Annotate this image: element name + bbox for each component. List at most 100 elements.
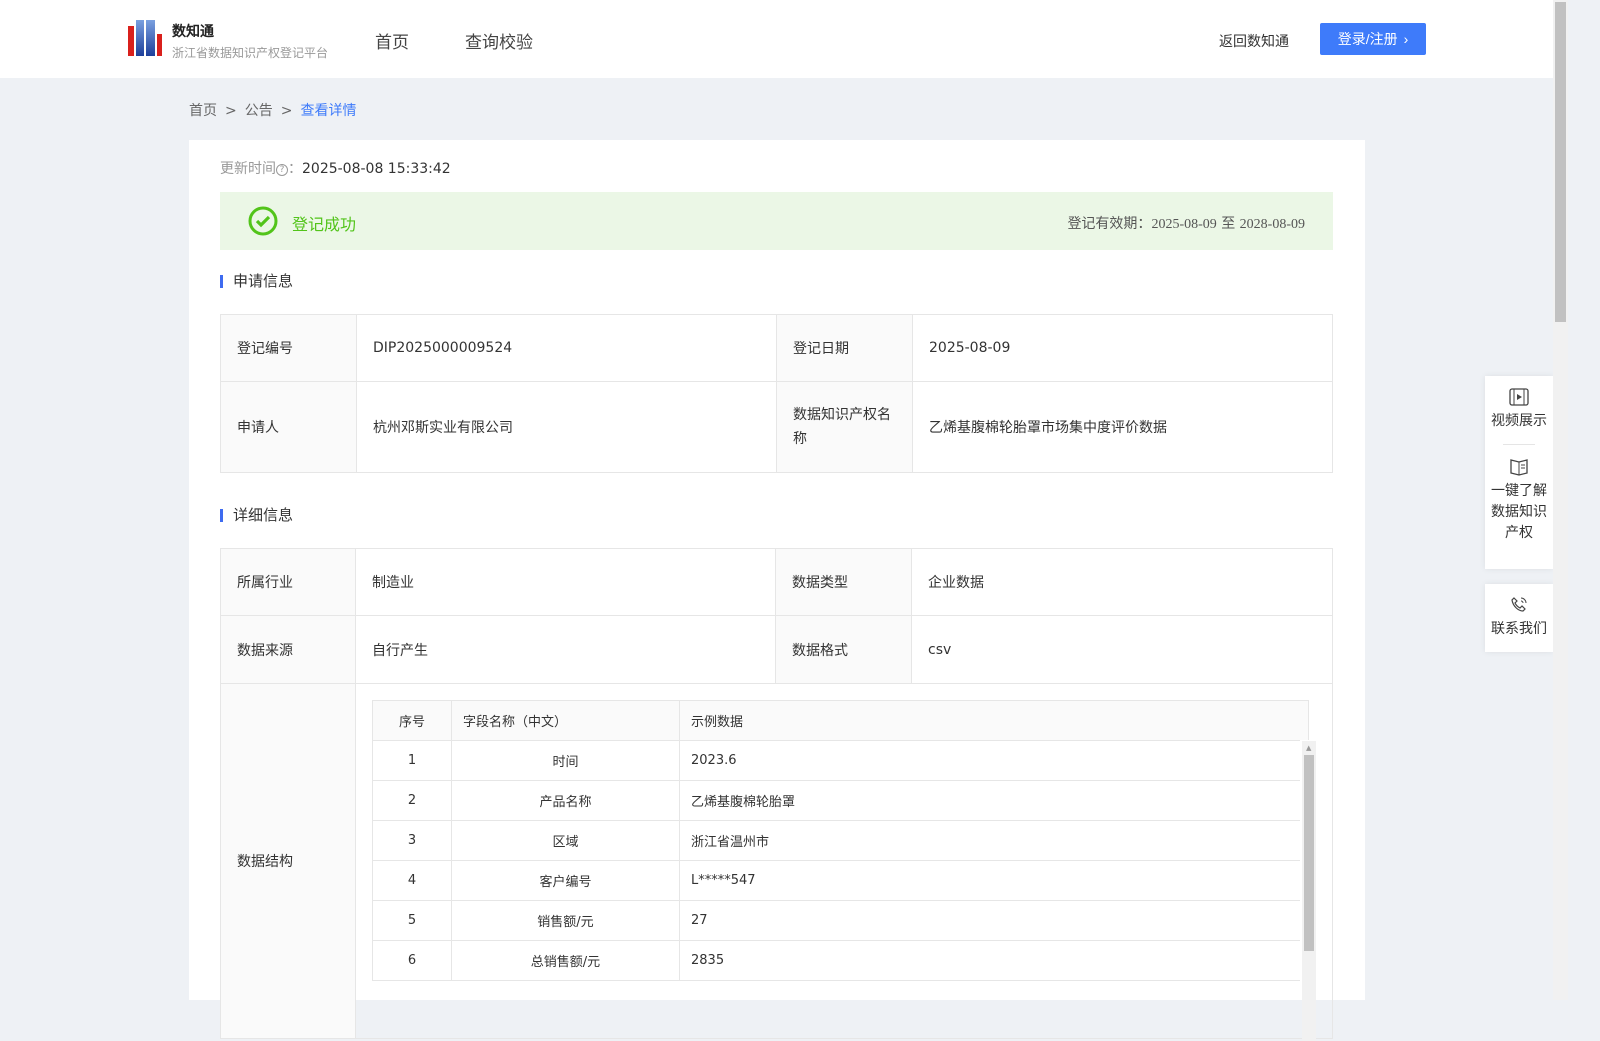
table-row: 所属行业 制造业 数据类型 企业数据 (220, 548, 1333, 616)
validity: 登记有效期：2025-08-09 至 2028-08-09 (1067, 213, 1305, 233)
learn-label: 数据知识 (1491, 504, 1547, 520)
row-index: 3 (372, 820, 452, 861)
detail-card: 更新时间? ：2025-08-08 15:33:42 登记成功 登记有效期：202… (189, 140, 1365, 1041)
contact-label: 联系我们 (1491, 621, 1547, 637)
label: 数据格式 (775, 615, 912, 684)
row-index: 4 (372, 860, 452, 901)
col-header: 字段名称（中文） (451, 700, 680, 741)
phone-icon (1511, 597, 1527, 612)
check-circle-icon (248, 206, 278, 236)
help-icon[interactable]: ? (276, 164, 288, 176)
table-row: 6 总销售额/元 2835 (372, 940, 1316, 981)
sample-data: 2023.6 (679, 740, 1316, 781)
table-header: 序号 字段名称（中文） 示例数据 (372, 700, 1309, 741)
update-time: 更新时间? ：2025-08-08 15:33:42 (220, 158, 451, 178)
label: 数据知识产权名称 (776, 381, 913, 473)
breadcrumb-separator: > (225, 103, 237, 119)
page-scrollbar[interactable] (1553, 0, 1568, 1000)
sample-data: 乙烯基腹棉轮胎罩 (679, 780, 1316, 821)
value: 企业数据 (911, 548, 1333, 616)
structure-table: 序号 字段名称（中文） 示例数据 1 时间 2023.6 2 产品名称 乙烯基腹棉轮胎罩 3 区域… (372, 700, 1316, 981)
colon: ： (288, 161, 302, 177)
value: csv (911, 615, 1333, 684)
field-name: 区域 (451, 820, 680, 861)
breadcrumb-current: 查看详情 (300, 103, 357, 119)
value: DIP2025000009524 (356, 314, 777, 382)
logo[interactable] (128, 20, 162, 56)
label: 所属行业 (220, 548, 356, 616)
table-row: 1 时间 2023.6 (372, 740, 1316, 781)
nav-home[interactable]: 首页 (375, 28, 409, 53)
table-row: 登记编号 DIP2025000009524 登记日期 2025-08-09 (220, 314, 1333, 382)
update-time-value: 2025-08-08 15:33:42 (302, 161, 451, 177)
validity-start: 2025-08-09 (1151, 217, 1217, 232)
section-title-detail: 详细信息 (220, 508, 293, 523)
table-scrollbar[interactable]: ▲ (1302, 741, 1316, 1041)
value: 杭州邓斯实业有限公司 (356, 381, 777, 473)
value: 自行产生 (355, 615, 776, 684)
value: 2025-08-09 (912, 314, 1333, 382)
structure-cell: 序号 字段名称（中文） 示例数据 1 时间 2023.6 2 产品名称 乙烯基腹棉轮胎罩 3 区域… (355, 683, 1333, 1041)
sample-data: L*****547 (679, 860, 1316, 901)
field-name: 销售额/元 (451, 900, 680, 941)
label: 申请人 (220, 381, 357, 473)
value: 制造业 (355, 548, 776, 616)
row-index: 5 (372, 900, 452, 941)
login-label: 登录/注册 (1337, 31, 1398, 47)
learn-ip-button[interactable]: 一键了解 数据知识 产权 (1485, 445, 1553, 544)
validity-to: 至 (1221, 216, 1236, 232)
video-label: 视频展示 (1491, 413, 1547, 429)
col-header: 示例数据 (679, 700, 1309, 741)
validity-label: 登记有效期： (1067, 216, 1152, 232)
label: 数据结构 (220, 683, 356, 1039)
row-index: 1 (372, 740, 452, 781)
validity-end: 2028-08-09 (1239, 217, 1305, 232)
field-name: 时间 (451, 740, 680, 781)
float-panel: 视频展示 一键了解 数据知识 产权 (1485, 376, 1553, 569)
field-name: 产品名称 (451, 780, 680, 821)
value: 乙烯基腹棉轮胎罩市场集中度评价数据 (912, 381, 1333, 473)
learn-label: 产权 (1505, 525, 1533, 541)
book-icon (1510, 459, 1528, 476)
label: 登记日期 (776, 314, 913, 382)
video-showcase-button[interactable]: 视频展示 (1485, 376, 1553, 430)
contact-us-button[interactable]: 联系我们 (1485, 584, 1553, 652)
field-name: 客户编号 (451, 860, 680, 901)
login-register-button[interactable]: 登录/注册 › (1320, 23, 1426, 55)
table-row: 5 销售额/元 27 (372, 900, 1316, 941)
brand-title: 数知通 (172, 24, 214, 40)
label: 数据类型 (775, 548, 912, 616)
table-row: 数据来源 自行产生 数据格式 csv (220, 615, 1333, 684)
brand-subtitle: 浙江省数据知识产权登记平台 (172, 46, 329, 60)
table-row: 4 客户编号 L*****547 (372, 860, 1316, 901)
back-link[interactable]: 返回数知通 (1219, 31, 1289, 51)
apply-info-table: 登记编号 DIP2025000009524 登记日期 2025-08-09 申请人 杭州… (220, 314, 1333, 473)
breadcrumb-notice[interactable]: 公告 (245, 103, 273, 119)
status-banner: 登记成功 登记有效期：2025-08-09 至 2028-08-09 (220, 192, 1333, 250)
row-index: 2 (372, 780, 452, 821)
col-header: 序号 (372, 700, 452, 741)
label: 数据来源 (220, 615, 356, 684)
update-time-label: 更新时间 (220, 161, 276, 177)
chevron-right-icon: › (1403, 31, 1409, 47)
nav-query-verify[interactable]: 查询校验 (465, 28, 533, 53)
table-row: 2 产品名称 乙烯基腹棉轮胎罩 (372, 780, 1316, 821)
detail-info-table: 所属行业 制造业 数据类型 企业数据 数据来源 自行产生 数据格式 csv 数据结构 序号字… (220, 548, 1333, 1041)
sample-data: 27 (679, 900, 1316, 941)
film-icon (1509, 388, 1529, 406)
breadcrumb-home[interactable]: 首页 (189, 103, 217, 119)
label: 登记编号 (220, 314, 357, 382)
sample-data: 浙江省温州市 (679, 820, 1316, 861)
breadcrumb: 首页 > 公告 > 查看详情 (189, 100, 356, 120)
table-row: 3 区域 浙江省温州市 (372, 820, 1316, 861)
top-header: 数知通 浙江省数据知识产权登记平台 首页 查询校验 返回数知通 登录/注册 › (0, 0, 1553, 78)
table-row: 申请人 杭州邓斯实业有限公司 数据知识产权名称 乙烯基腹棉轮胎罩市场集中度评价数据 (220, 381, 1333, 473)
section-title-apply: 申请信息 (220, 274, 293, 289)
field-name: 总销售额/元 (451, 940, 680, 981)
status-text: 登记成功 (292, 215, 357, 234)
learn-label: 一键了解 (1491, 483, 1547, 499)
row-index: 6 (372, 940, 452, 981)
breadcrumb-separator: > (280, 103, 293, 119)
sample-data: 2835 (679, 940, 1316, 981)
table-row: 数据结构 序号 字段名称（中文） 示例数据 1 时间 2023.6 2 产品名称 乙烯基腹棉轮… (220, 683, 1333, 1041)
